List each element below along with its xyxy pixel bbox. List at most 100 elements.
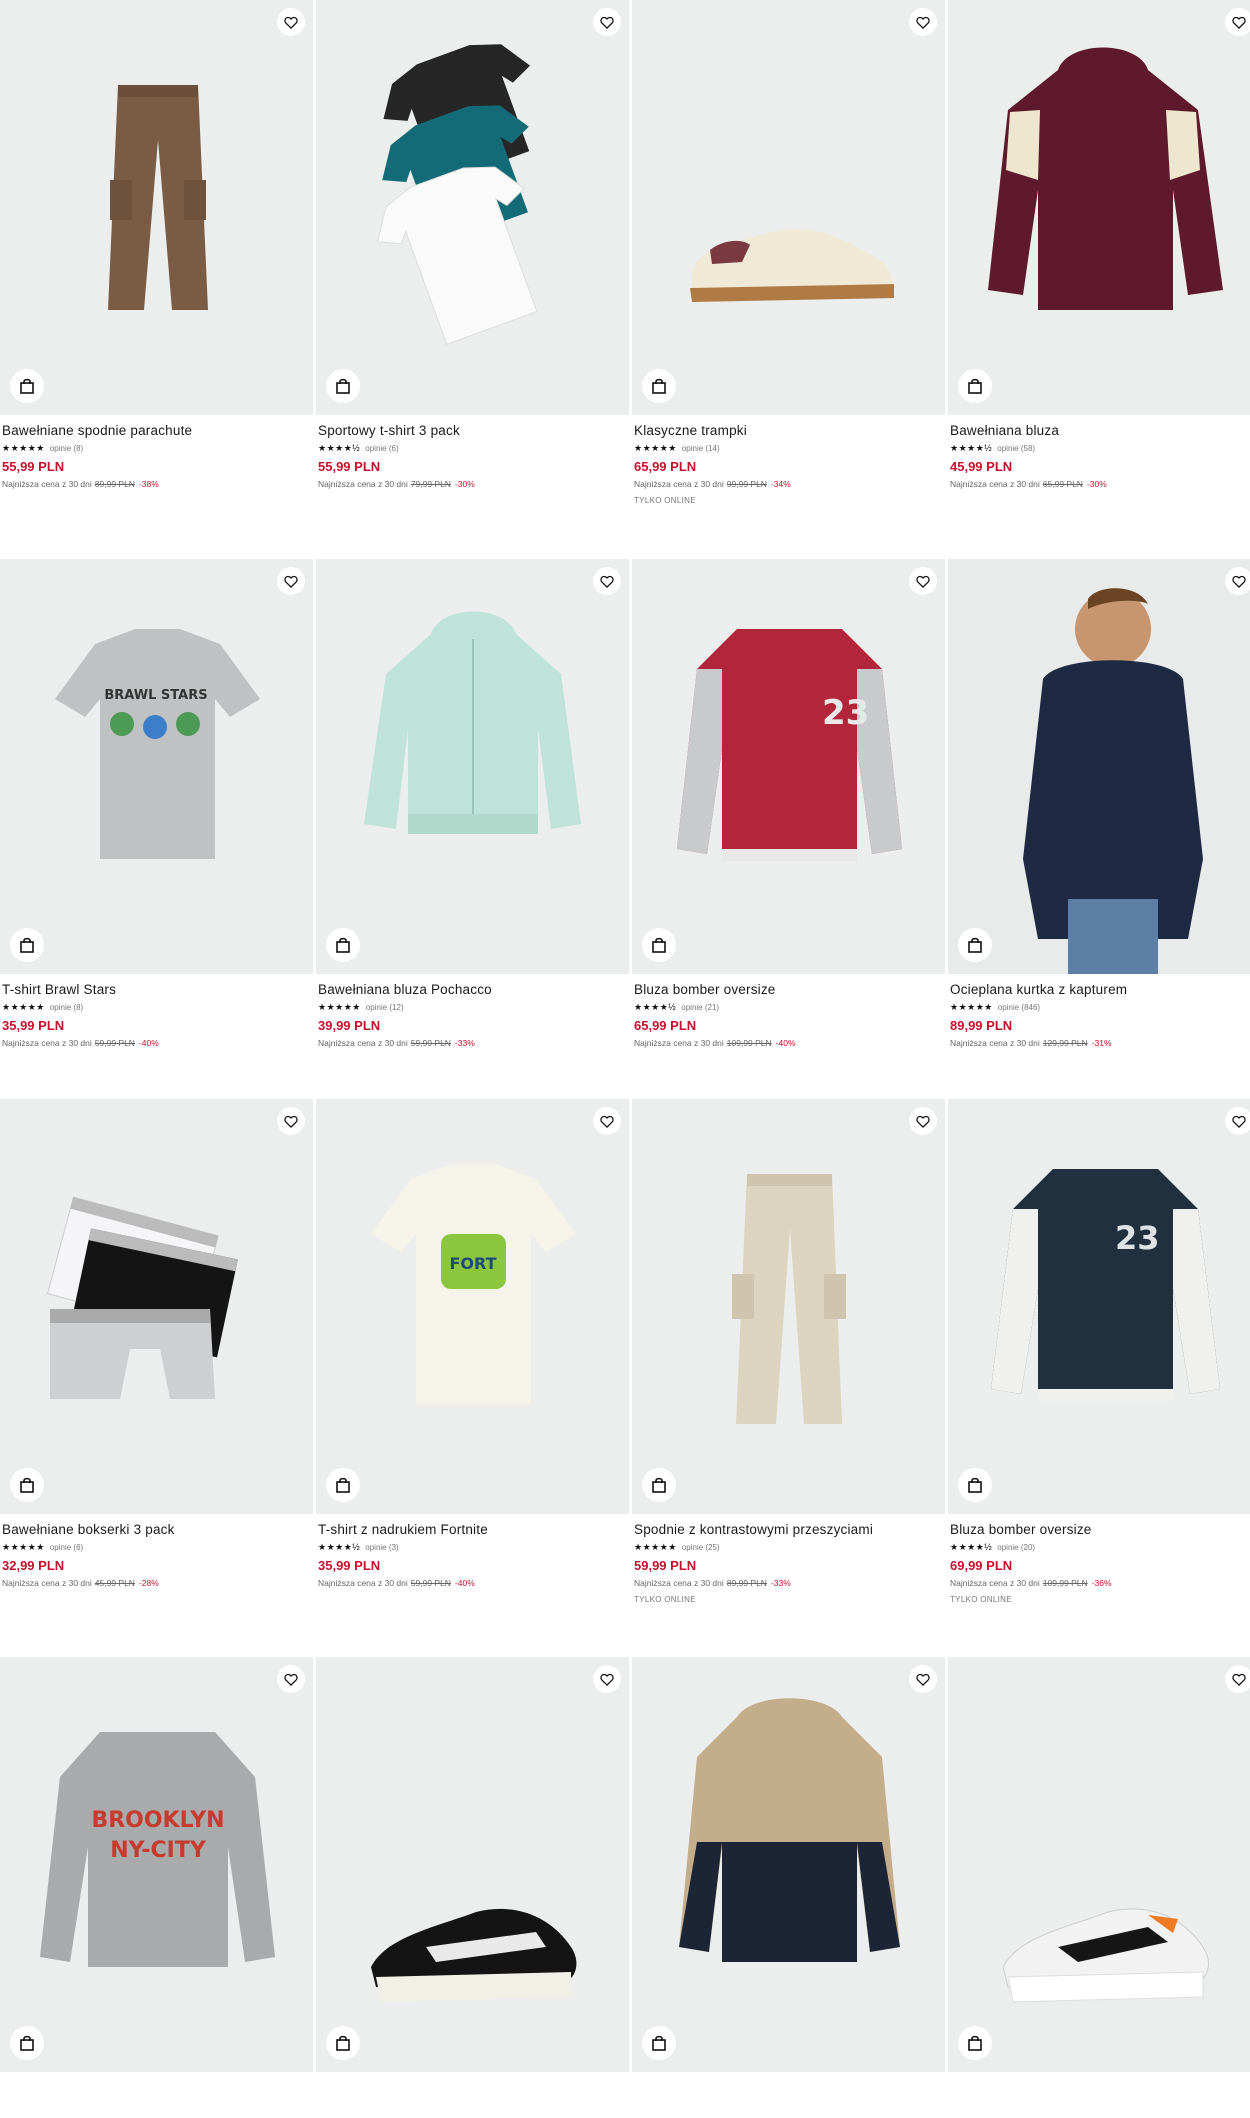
product-illustration: 23: [991, 1169, 1220, 1401]
review-count[interactable]: opinie (3): [365, 1543, 398, 1552]
old-price: 59,99 PLN: [410, 1578, 451, 1588]
product-card[interactable]: Bawełniana bluza ★★★★½ opinie (58) 45,99…: [948, 0, 1250, 496]
product-image[interactable]: 23: [632, 559, 945, 974]
product-card[interactable]: [632, 1657, 945, 2118]
add-to-wishlist-button[interactable]: [1225, 8, 1250, 36]
product-image[interactable]: [632, 1657, 945, 2072]
add-to-wishlist-button[interactable]: [909, 1107, 937, 1135]
product-rating: [950, 2084, 1250, 2096]
review-count[interactable]: opinie (12): [366, 1003, 404, 1012]
product-name[interactable]: Bawełniane spodnie parachute: [2, 423, 313, 438]
review-count[interactable]: opinie (20): [997, 1543, 1035, 1552]
add-to-cart-button[interactable]: [958, 928, 992, 962]
product-card[interactable]: BRAWL STARS T-shirt Brawl Stars ★★★★★ op…: [0, 559, 313, 1055]
product-card[interactable]: Bawełniane spodnie parachute ★★★★★ opini…: [0, 0, 313, 496]
product-image[interactable]: [948, 0, 1250, 415]
product-image[interactable]: [948, 559, 1250, 974]
product-image[interactable]: [0, 0, 313, 415]
product-name[interactable]: Ocieplana kurtka z kapturem: [950, 982, 1250, 997]
add-to-wishlist-button[interactable]: [593, 1107, 621, 1135]
add-to-cart-button[interactable]: [10, 369, 44, 403]
product-image[interactable]: [316, 0, 629, 415]
product-image[interactable]: [948, 1657, 1250, 2072]
product-rating: ★★★★½ opinie (21): [634, 1001, 945, 1013]
add-to-cart-button[interactable]: [10, 1468, 44, 1502]
product-card[interactable]: Klasyczne trampki ★★★★★ opinie (14) 65,9…: [632, 0, 945, 505]
add-to-wishlist-button[interactable]: [909, 8, 937, 36]
add-to-wishlist-button[interactable]: [593, 1665, 621, 1693]
product-card[interactable]: Bawełniana bluza Pochacco ★★★★★ opinie (…: [316, 559, 629, 1055]
add-to-cart-button[interactable]: [958, 369, 992, 403]
product-name[interactable]: Klasyczne trampki: [634, 423, 945, 438]
product-rating: ★★★★★ opinie (8): [2, 442, 313, 454]
product-image[interactable]: [632, 0, 945, 415]
product-price: 55,99 PLN: [318, 459, 381, 474]
add-to-wishlist-button[interactable]: [277, 1107, 305, 1135]
add-to-cart-button[interactable]: [642, 1468, 676, 1502]
product-image[interactable]: [0, 1099, 313, 1514]
product-card[interactable]: BROOKLYN NY-CITY: [0, 1657, 313, 2118]
review-count[interactable]: opinie (8): [50, 444, 83, 453]
add-to-cart-button[interactable]: [326, 1468, 360, 1502]
product-card[interactable]: Spodnie z kontrastowymi przeszyciami ★★★…: [632, 1099, 945, 1604]
product-name[interactable]: Bluza bomber oversize: [634, 982, 945, 997]
product-image[interactable]: FORT: [316, 1099, 629, 1514]
lowest-price-info: Najniższa cena z 30 dni 79,99 PLN -30%: [318, 479, 629, 489]
add-to-wishlist-button[interactable]: [909, 567, 937, 595]
add-to-wishlist-button[interactable]: [277, 1665, 305, 1693]
add-to-wishlist-button[interactable]: [1225, 1107, 1250, 1135]
lowest-price-info: Najniższa cena z 30 dni 59,99 PLN -33%: [318, 1038, 629, 1048]
add-to-wishlist-button[interactable]: [909, 1665, 937, 1693]
add-to-wishlist-button[interactable]: [593, 567, 621, 595]
product-card[interactable]: [948, 1657, 1250, 2118]
review-count[interactable]: opinie (6): [365, 444, 398, 453]
add-to-cart-button[interactable]: [642, 369, 676, 403]
product-card[interactable]: [316, 1657, 629, 2118]
add-to-wishlist-button[interactable]: [593, 8, 621, 36]
add-to-cart-button[interactable]: [642, 928, 676, 962]
product-price: 89,99 PLN: [950, 1018, 1013, 1033]
product-name[interactable]: Bawełniana bluza Pochacco: [318, 982, 629, 997]
add-to-wishlist-button[interactable]: [1225, 1665, 1250, 1693]
product-card[interactable]: Bawełniane bokserki 3 pack ★★★★★ opinie …: [0, 1099, 313, 1595]
product-card[interactable]: Sportowy t-shirt 3 pack ★★★★½ opinie (6)…: [316, 0, 629, 496]
product-image[interactable]: BRAWL STARS: [0, 559, 313, 974]
old-price: 59,99 PLN: [410, 1038, 451, 1048]
add-to-cart-button[interactable]: [958, 1468, 992, 1502]
product-name[interactable]: Spodnie z kontrastowymi przeszyciami: [634, 1522, 945, 1537]
add-to-cart-button[interactable]: [326, 928, 360, 962]
product-image[interactable]: BROOKLYN NY-CITY: [0, 1657, 313, 2072]
heart-icon: [284, 16, 298, 29]
review-count[interactable]: opinie (14): [682, 444, 720, 453]
product-card[interactable]: Ocieplana kurtka z kapturem ★★★★★ opinie…: [948, 559, 1250, 1055]
add-to-wishlist-button[interactable]: [277, 8, 305, 36]
product-image[interactable]: [316, 559, 629, 974]
product-rating: [318, 2084, 629, 2096]
add-to-cart-button[interactable]: [10, 928, 44, 962]
product-card[interactable]: 23 Bluza bomber oversize ★★★★½ opinie (2…: [632, 559, 945, 1055]
review-count[interactable]: opinie (21): [681, 1003, 719, 1012]
product-name[interactable]: Bawełniana bluza: [950, 423, 1250, 438]
product-card[interactable]: FORT T-shirt z nadrukiem Fortnite ★★★★½ …: [316, 1099, 629, 1595]
review-count[interactable]: opinie (6): [50, 1543, 83, 1552]
product-image[interactable]: [316, 1657, 629, 2072]
review-count[interactable]: opinie (58): [997, 444, 1035, 453]
product-name[interactable]: Bluza bomber oversize: [950, 1522, 1250, 1537]
product-image[interactable]: 23: [948, 1099, 1250, 1514]
review-count[interactable]: opinie (8): [50, 1003, 83, 1012]
star-icon: ★★★★½: [318, 1541, 361, 1552]
review-count[interactable]: opinie (846): [998, 1003, 1040, 1012]
lowest-price-label: Najniższa cena z 30 dni: [950, 1038, 1040, 1048]
product-name[interactable]: Bawełniane bokserki 3 pack: [2, 1522, 313, 1537]
product-illustration: [371, 1908, 577, 2002]
review-count[interactable]: opinie (25): [682, 1543, 720, 1552]
product-image[interactable]: [632, 1099, 945, 1514]
product-name[interactable]: Sportowy t-shirt 3 pack: [318, 423, 629, 438]
product-card[interactable]: 23 Bluza bomber oversize ★★★★½ opinie (2…: [948, 1099, 1250, 1604]
product-name[interactable]: T-shirt Brawl Stars: [2, 982, 313, 997]
add-to-wishlist-button[interactable]: [1225, 567, 1250, 595]
heart-icon: [916, 16, 930, 29]
add-to-wishlist-button[interactable]: [277, 567, 305, 595]
add-to-cart-button[interactable]: [326, 369, 360, 403]
product-name[interactable]: T-shirt z nadrukiem Fortnite: [318, 1522, 629, 1537]
